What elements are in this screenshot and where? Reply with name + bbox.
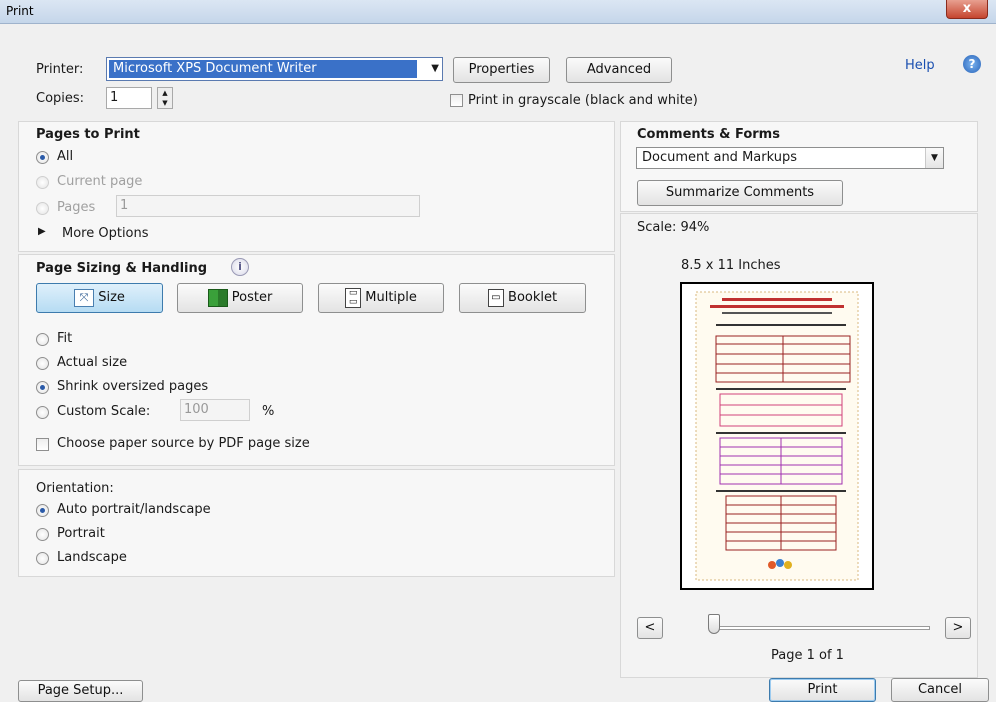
page-slider-thumb[interactable] (708, 614, 720, 634)
page-sizing-title: Page Sizing & Handling (36, 261, 208, 276)
actual-size-label: Actual size (57, 355, 128, 370)
document-thumbnail (695, 291, 859, 581)
fit-label: Fit (57, 331, 73, 346)
size-button[interactable]: ⤧ Size (36, 283, 163, 313)
size-label: Size (98, 290, 125, 305)
poster-label: Poster (231, 290, 273, 305)
properties-button[interactable]: Properties (453, 57, 550, 83)
booklet-icon: ▭ (487, 288, 504, 307)
next-page-button[interactable]: > (945, 617, 971, 639)
booklet-label: Booklet (508, 290, 558, 305)
poster-icon (207, 288, 228, 307)
chevron-down-icon: ▼ (925, 148, 943, 168)
grayscale-checkbox[interactable] (450, 94, 463, 107)
cancel-button[interactable]: Cancel (891, 678, 989, 702)
paper-source-checkbox[interactable] (36, 438, 49, 451)
copies-stepper[interactable]: ▲ ▼ (157, 87, 173, 109)
custom-scale-input[interactable]: 100 (180, 399, 250, 421)
size-icon: ⤧ (74, 288, 95, 307)
current-page-radio[interactable] (36, 176, 49, 189)
multiple-label: Multiple (365, 290, 417, 305)
copies-label: Copies: (36, 91, 85, 106)
advanced-button[interactable]: Advanced (566, 57, 672, 83)
close-button[interactable]: x (946, 0, 988, 19)
printer-label: Printer: (36, 62, 84, 77)
all-label: All (57, 149, 74, 164)
printer-select-value: Microsoft XPS Document Writer (109, 60, 417, 78)
page-info-label: Page 1 of 1 (771, 648, 844, 663)
prev-page-button[interactable]: < (637, 617, 663, 639)
pages-label: Pages (57, 200, 96, 215)
pages-to-print-title: Pages to Print (36, 127, 140, 142)
current-page-label: Current page (57, 174, 143, 189)
more-options-label[interactable]: More Options (62, 226, 149, 241)
all-radio[interactable] (36, 151, 49, 164)
window-title: Print (6, 4, 34, 18)
page-preview (680, 282, 874, 590)
page-slider-track[interactable] (714, 626, 930, 630)
grayscale-label: Print in grayscale (black and white) (468, 93, 698, 108)
scale-label: Scale: 94% (637, 220, 710, 235)
chevron-down-icon: ▼ (431, 63, 439, 74)
fit-radio[interactable] (36, 333, 49, 346)
copies-input[interactable]: 1 (106, 87, 152, 109)
auto-orientation-label: Auto portrait/landscape (57, 502, 211, 517)
landscape-radio[interactable] (36, 552, 49, 565)
custom-scale-label: Custom Scale: (57, 404, 151, 419)
landscape-label: Landscape (57, 550, 127, 565)
shrink-label: Shrink oversized pages (57, 379, 209, 394)
summarize-comments-button[interactable]: Summarize Comments (637, 180, 843, 206)
title-bar: Print x (0, 0, 996, 24)
custom-scale-radio[interactable] (36, 406, 49, 419)
actual-size-radio[interactable] (36, 357, 49, 370)
portrait-label: Portrait (57, 526, 105, 541)
comments-title: Comments & Forms (637, 127, 780, 142)
pages-range-input[interactable]: 1 (116, 195, 420, 217)
auto-orientation-radio[interactable] (36, 504, 49, 517)
print-button[interactable]: Print (769, 678, 876, 702)
printer-select[interactable]: Microsoft XPS Document Writer ▼ (106, 57, 443, 81)
percent-label: % (262, 404, 275, 419)
pages-radio[interactable] (36, 202, 49, 215)
multiple-button[interactable]: ▭ ▭ Multiple (318, 283, 444, 313)
portrait-radio[interactable] (36, 528, 49, 541)
comments-select[interactable]: Document and Markups ▼ (636, 147, 944, 169)
poster-button[interactable]: Poster (177, 283, 303, 313)
orientation-title: Orientation: (36, 481, 114, 496)
comments-select-value: Document and Markups (642, 150, 797, 165)
multiple-icon: ▭ ▭ (345, 287, 362, 308)
booklet-button[interactable]: ▭ Booklet (459, 283, 586, 313)
help-link[interactable]: Help (905, 58, 935, 73)
paper-size-label: 8.5 x 11 Inches (681, 258, 781, 273)
info-icon[interactable]: i (231, 258, 249, 276)
paper-source-label: Choose paper source by PDF page size (57, 436, 310, 451)
expand-triangle-icon[interactable]: ▶ (38, 226, 46, 237)
shrink-radio[interactable] (36, 381, 49, 394)
help-icon[interactable]: ? (963, 55, 981, 73)
